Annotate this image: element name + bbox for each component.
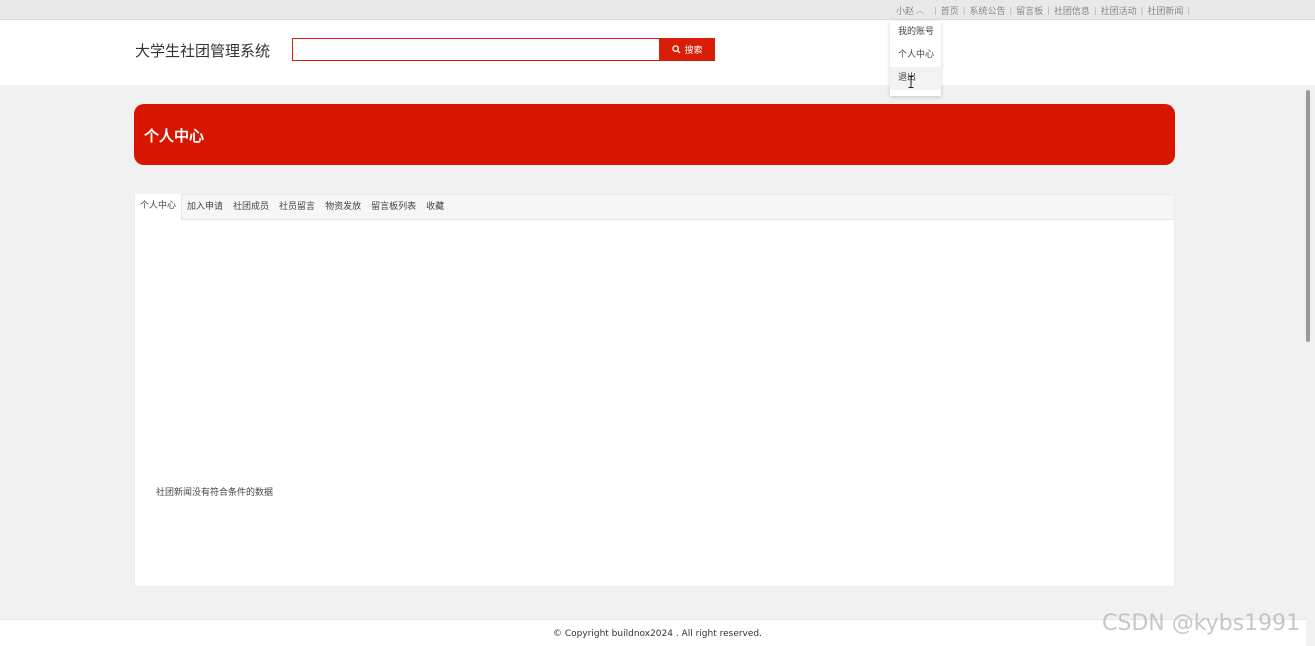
nav-divider: | [962, 5, 966, 15]
search-icon [672, 45, 682, 54]
tab-club-members[interactable]: 社团成员 [228, 195, 274, 220]
tab-supply-distribution[interactable]: 物资发放 [320, 195, 366, 220]
nav-divider: | [1093, 5, 1097, 15]
nav-divider: | [934, 5, 937, 15]
page-scrollbar-thumb[interactable] [1306, 90, 1310, 342]
user-menu-toggle[interactable]: 小赵 ︿ [890, 4, 930, 17]
dropdown-item-my-account[interactable]: 我的账号 [890, 21, 941, 44]
user-dropdown-menu: 我的账号 个人中心 退出 [890, 21, 941, 96]
tab-message-board-list[interactable]: 留言板列表 [366, 195, 421, 220]
page-title: 个人中心 [144, 127, 205, 145]
nav-divider: | [1140, 5, 1144, 15]
site-title: 大学生社团管理系统 [135, 42, 271, 60]
nav-divider: | [1009, 5, 1013, 15]
nav-messageboard-link[interactable]: 留言板 [1016, 4, 1043, 17]
dropdown-item-logout[interactable]: 退出 [890, 67, 941, 90]
search-input[interactable] [292, 38, 660, 61]
site-header: 大学生社团管理系统 搜索 [0, 20, 1315, 85]
nav-notice-link[interactable]: 系统公告 [969, 4, 1005, 17]
dropdown-item-profile[interactable]: 个人中心 [890, 44, 941, 67]
tab-member-messages[interactable]: 社员留言 [274, 195, 320, 220]
content-panel: 个人中心 加入申请 社团成员 社员留言 物资发放 留言板列表 收藏 社团新闻没有… [134, 194, 1175, 587]
nav-club-activity-link[interactable]: 社团活动 [1101, 4, 1137, 17]
chevron-up-icon: ︿ [916, 5, 925, 15]
page-banner: 个人中心 [134, 104, 1175, 165]
nav-club-info-link[interactable]: 社团信息 [1054, 4, 1090, 17]
nav-divider: | [1187, 5, 1191, 15]
tab-profile[interactable]: 个人中心 [135, 194, 183, 220]
empty-state-message: 社团新闻没有符合条件的数据 [156, 488, 274, 498]
top-nav: 小赵 ︿ | 首页 | 系统公告 | 留言板 | 社团信息 | 社团活动 | 社… [890, 0, 1194, 20]
text-cursor-icon [908, 76, 914, 88]
watermark-text: CSDN @kybs1991 [1102, 611, 1301, 636]
tab-bar: 个人中心 加入申请 社团成员 社员留言 物资发放 留言板列表 收藏 [135, 194, 1174, 220]
search-button[interactable]: 搜索 [660, 38, 715, 61]
nav-home-link[interactable]: 首页 [941, 4, 959, 17]
user-name: 小赵 [896, 6, 915, 17]
tab-join-applications[interactable]: 加入申请 [182, 195, 228, 220]
top-bar: 小赵 ︿ | 首页 | 系统公告 | 留言板 | 社团信息 | 社团活动 | 社… [0, 0, 1315, 20]
tab-favorites[interactable]: 收藏 [421, 195, 449, 220]
nav-divider: | [1047, 5, 1050, 15]
nav-club-news-link[interactable]: 社团新闻 [1147, 4, 1183, 17]
search-button-label: 搜索 [684, 46, 703, 56]
